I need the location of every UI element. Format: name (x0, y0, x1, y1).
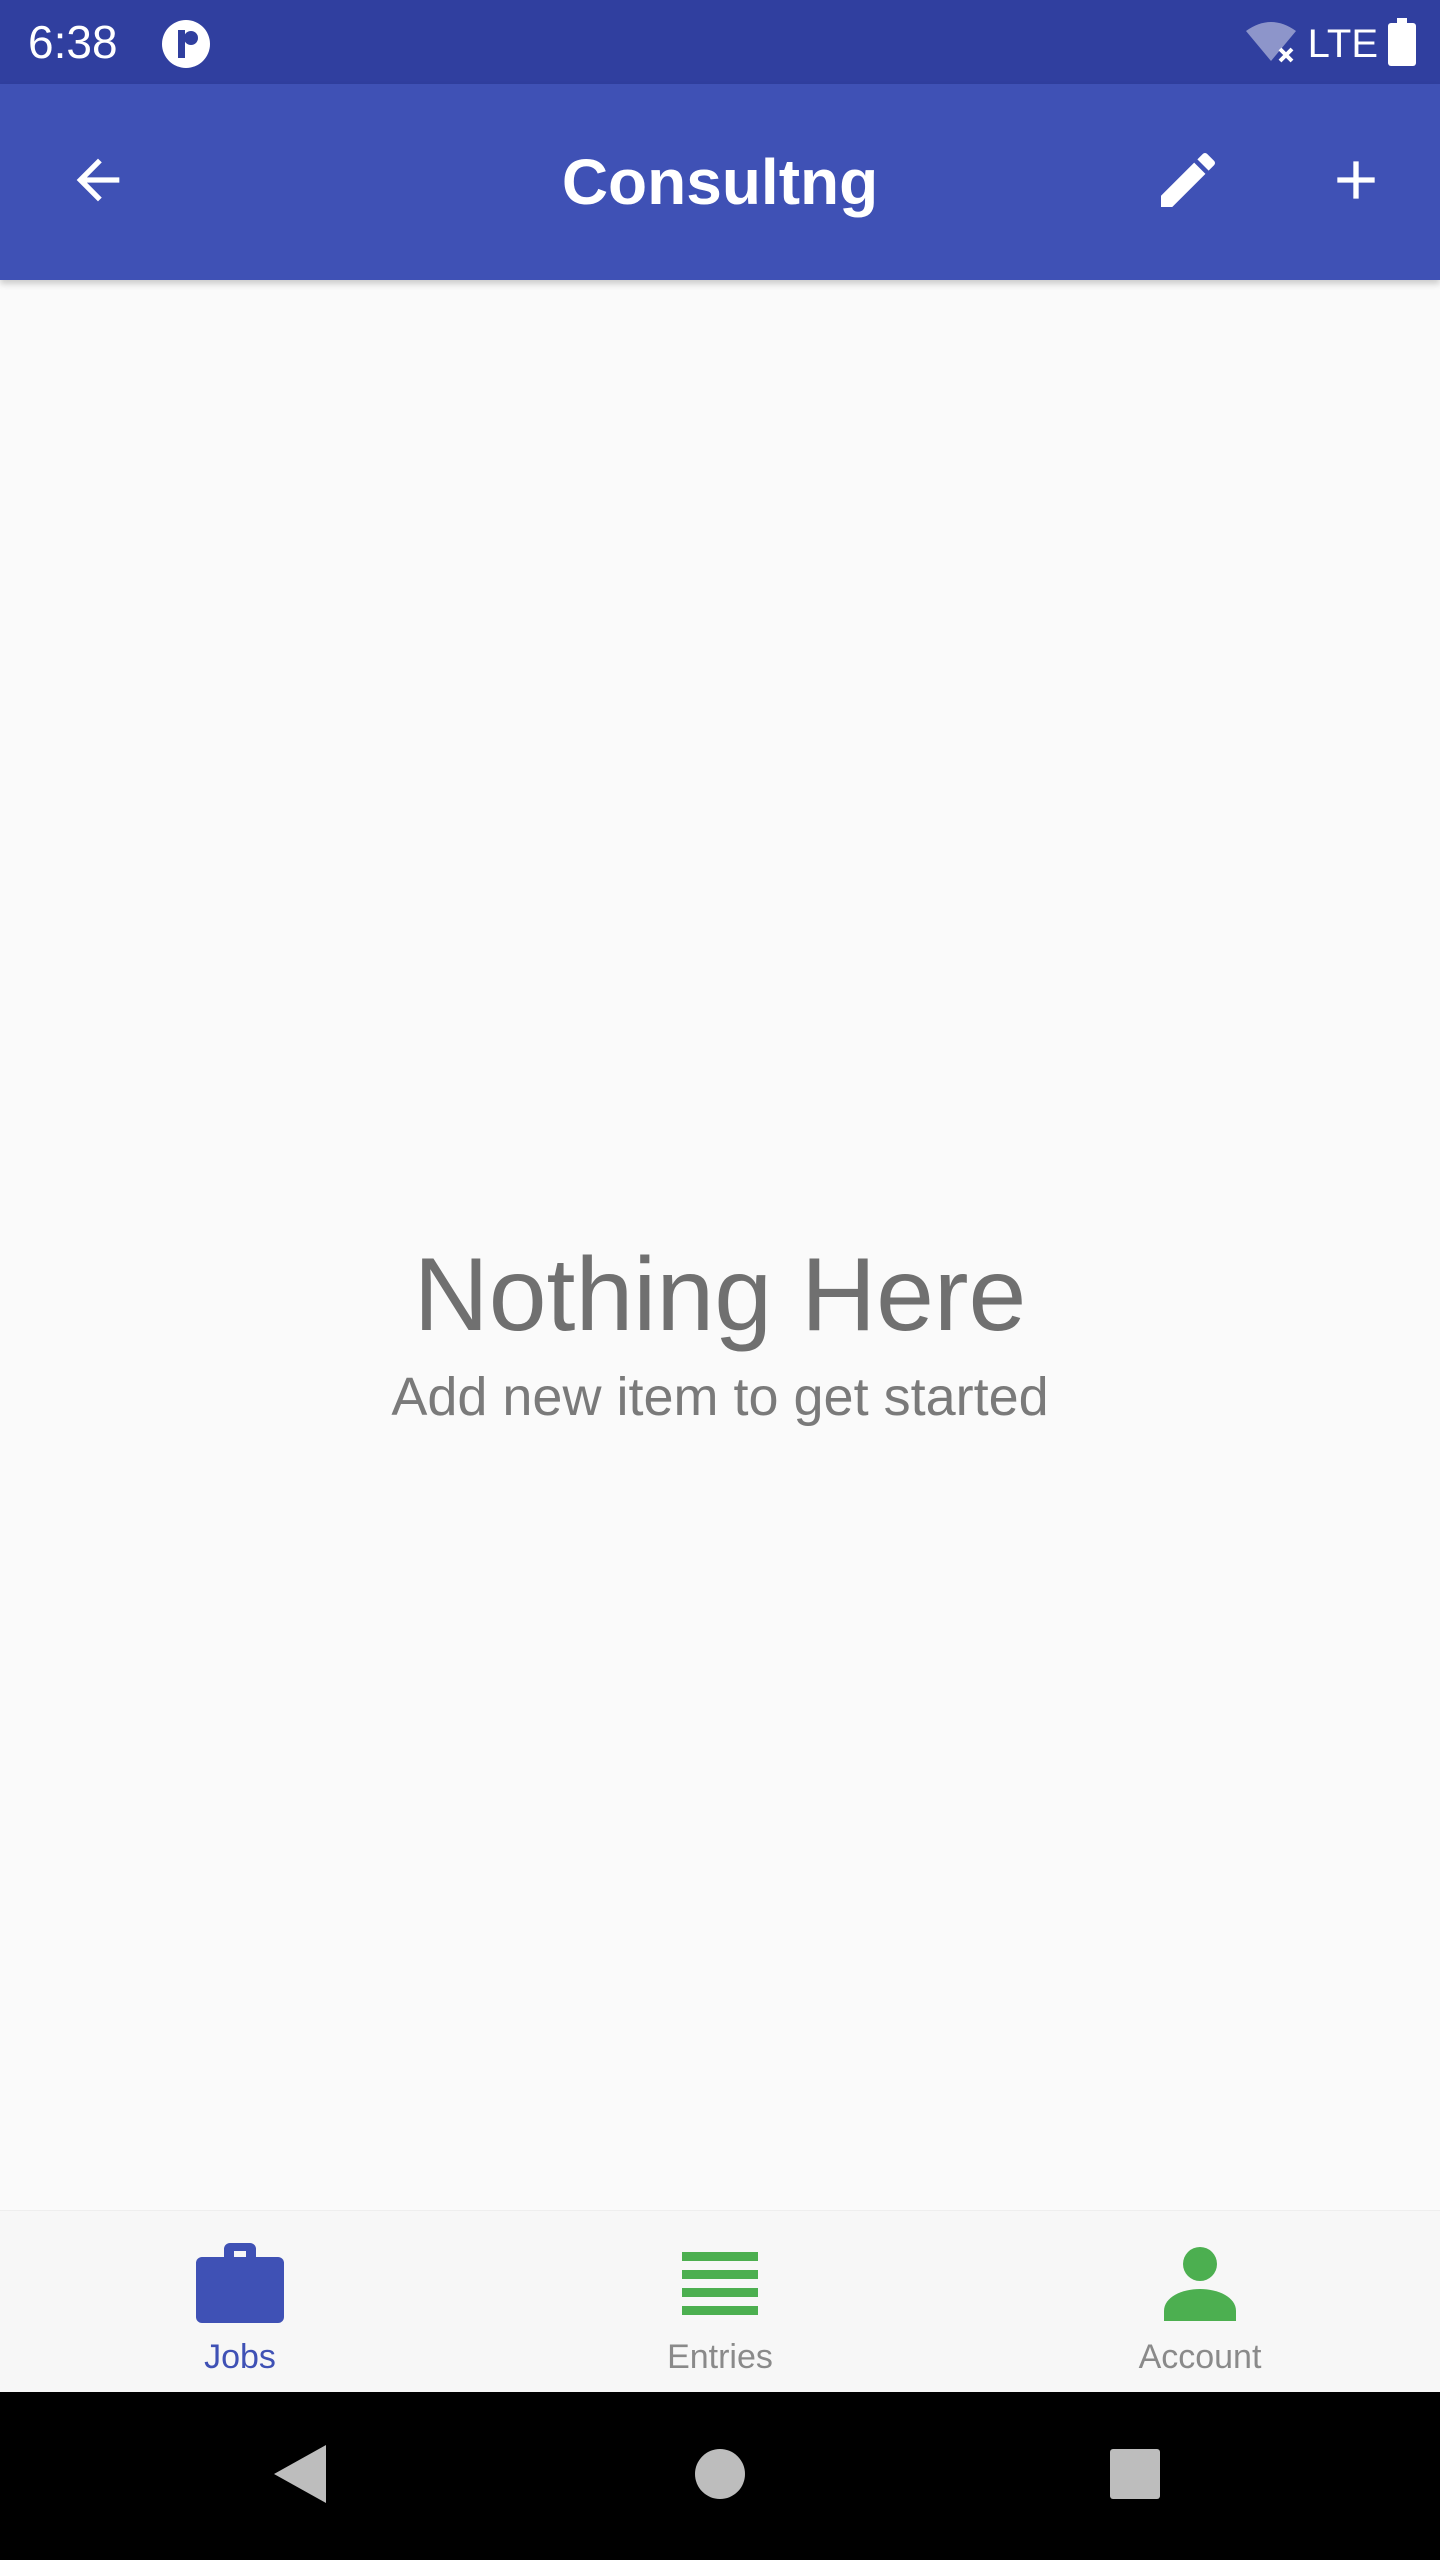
nav-item-jobs[interactable]: Jobs (0, 2211, 480, 2393)
system-home-button[interactable] (670, 2426, 770, 2526)
app-screen: 6:38 LTE Consultng Nothing Here Add new … (0, 0, 1440, 2560)
edit-button[interactable] (1130, 124, 1246, 240)
plus-icon (1324, 148, 1388, 217)
wifi-off-icon (1244, 19, 1298, 70)
circle-home-icon (694, 2448, 746, 2505)
briefcase-icon (192, 2235, 288, 2331)
status-time: 6:38 (28, 16, 118, 68)
nav-item-account[interactable]: Account (960, 2211, 1440, 2393)
system-nav-bar (0, 2392, 1440, 2560)
empty-state: Nothing Here Add new item to get started (0, 1230, 1440, 1432)
back-button[interactable] (40, 124, 156, 240)
triangle-back-icon (272, 2443, 328, 2510)
empty-state-subtitle: Add new item to get started (391, 1367, 1049, 1427)
notification-app-icon (160, 18, 212, 70)
app-bar: Consultng (0, 84, 1440, 280)
status-bar: 6:38 LTE (0, 0, 1440, 84)
empty-state-title: Nothing Here (413, 1237, 1027, 1353)
add-button[interactable] (1298, 124, 1414, 240)
arrow-left-icon (66, 148, 130, 217)
list-icon (672, 2235, 768, 2331)
square-recents-icon (1109, 2448, 1161, 2505)
system-back-button[interactable] (250, 2426, 350, 2526)
nav-item-entries[interactable]: Entries (480, 2211, 960, 2393)
status-icons: LTE (1244, 16, 1416, 72)
nav-label-account: Account (1138, 2338, 1262, 2376)
pencil-icon (1152, 144, 1224, 221)
nav-label-jobs: Jobs (204, 2338, 276, 2376)
battery-icon (1388, 17, 1416, 71)
network-type: LTE (1307, 22, 1378, 66)
person-icon (1152, 2235, 1248, 2331)
nav-label-entries: Entries (667, 2338, 773, 2376)
system-recents-button[interactable] (1085, 2426, 1185, 2526)
bottom-nav: Jobs Entries Account (0, 2210, 1440, 2393)
